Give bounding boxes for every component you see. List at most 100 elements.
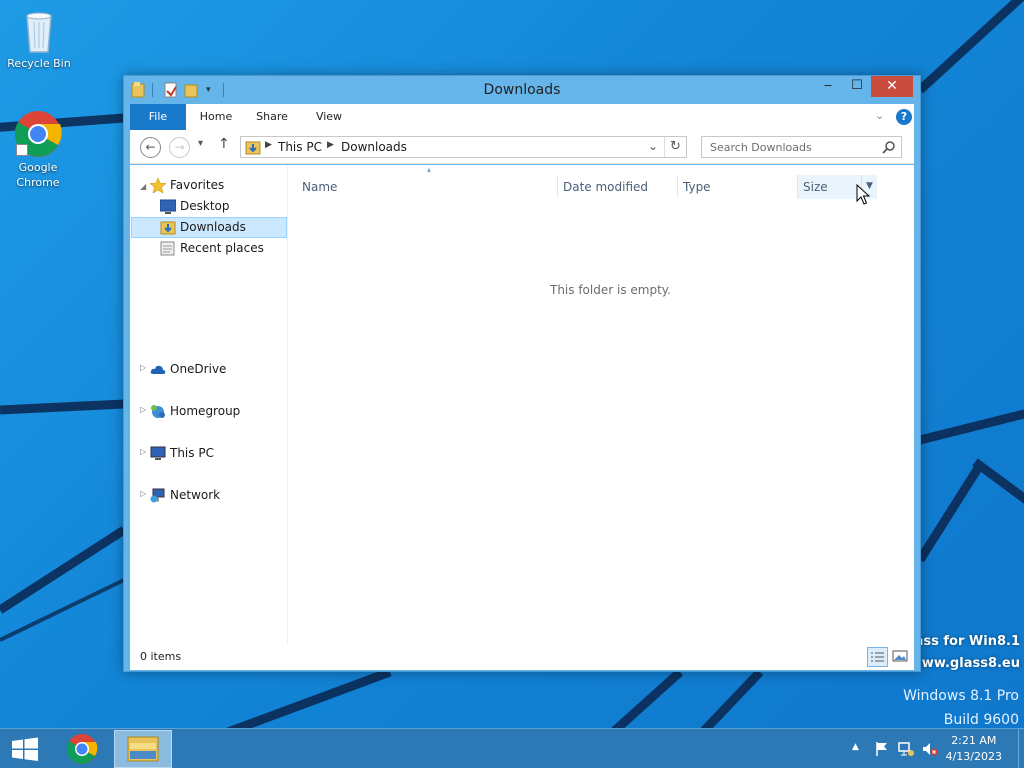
taskbar: ▲ 2:21 AM 4/13/2023 xyxy=(0,728,1024,768)
tab-file[interactable]: File xyxy=(130,104,186,130)
windows-logo-icon xyxy=(12,737,38,761)
clock-time: 2:21 AM xyxy=(951,734,997,747)
search-icon[interactable] xyxy=(882,140,896,154)
homegroup-icon xyxy=(150,404,166,419)
item-count: 0 items xyxy=(140,650,182,663)
navigation-pane: ◢ Favorites Desktop Downloads Recent pla… xyxy=(130,165,288,644)
tab-home[interactable]: Home xyxy=(190,104,242,130)
maximize-button[interactable]: ☐ xyxy=(843,76,871,97)
nav-recent-places-label: Recent places xyxy=(180,241,264,255)
taskbar-chrome[interactable] xyxy=(58,730,106,768)
content-area: ◢ Favorites Desktop Downloads Recent pla… xyxy=(130,165,914,644)
nav-recent-places[interactable]: Recent places xyxy=(160,238,287,259)
empty-folder-message: This folder is empty. xyxy=(550,283,671,297)
network-icon xyxy=(150,488,166,503)
collapse-favorites-icon[interactable]: ◢ xyxy=(140,182,146,191)
search-input[interactable]: Search Downloads xyxy=(701,136,902,158)
address-divider xyxy=(664,137,665,157)
window-title: Downloads xyxy=(483,82,561,98)
clock-date: 4/13/2023 xyxy=(945,750,1002,763)
favorites-star-icon xyxy=(149,177,167,194)
recycle-bin-label: Recycle Bin xyxy=(7,57,71,70)
nav-desktop-label: Desktop xyxy=(180,199,230,213)
nav-downloads-label: Downloads xyxy=(180,220,246,234)
mouse-pointer-icon xyxy=(856,184,870,205)
nav-network-label: Network xyxy=(170,488,221,502)
expand-network-icon[interactable]: ▷ xyxy=(140,489,146,498)
sort-indicator-icon: ▴ xyxy=(427,165,432,174)
details-view-button[interactable] xyxy=(867,647,888,667)
nav-onedrive-label: OneDrive xyxy=(170,362,227,376)
explorer-window: ▾ Downloads ‒ ☐ ✕ File Home Share View ⌄… xyxy=(123,75,921,672)
large-icons-view-icon xyxy=(892,650,908,662)
minimize-icon: ‒ xyxy=(823,78,833,93)
network-status-icon[interactable] xyxy=(898,741,914,757)
up-button[interactable]: ↑ xyxy=(218,136,230,152)
os-build: Build 9600 xyxy=(943,712,1019,728)
expand-this-pc-icon[interactable]: ▷ xyxy=(140,447,146,456)
expand-onedrive-icon[interactable]: ▷ xyxy=(140,363,146,372)
google-chrome-label: Google Chrome xyxy=(16,161,60,189)
show-desktop-button[interactable] xyxy=(1018,729,1024,768)
help-icon[interactable]: ? xyxy=(896,109,912,125)
refresh-icon[interactable]: ↻ xyxy=(670,139,681,154)
desktop-icon xyxy=(159,199,177,214)
column-name[interactable]: Name xyxy=(302,175,337,199)
downloads-folder-icon xyxy=(245,139,261,155)
maximize-icon: ☐ xyxy=(851,78,863,93)
windows-version-watermark: Windows 8.1 Pro Build 9600 xyxy=(903,684,1019,728)
shortcut-arrow-icon xyxy=(16,144,28,156)
column-size[interactable]: Size xyxy=(803,175,828,199)
downloads-folder-icon xyxy=(160,220,176,235)
file-explorer-icon xyxy=(127,736,159,762)
status-bar: 0 items xyxy=(130,644,914,670)
breadcrumb-separator-icon: ▶ xyxy=(327,140,334,150)
show-hidden-icons-button[interactable]: ▲ xyxy=(852,742,859,752)
column-separator xyxy=(557,175,558,197)
chrome-icon xyxy=(14,110,62,158)
close-icon: ✕ xyxy=(886,78,898,94)
ribbon-tabs: File Home Share View ⌄ ? xyxy=(130,104,914,130)
nav-homegroup-label: Homegroup xyxy=(170,404,241,418)
expand-ribbon-icon[interactable]: ⌄ xyxy=(875,109,884,122)
action-center-flag-icon[interactable] xyxy=(874,741,890,757)
recent-locations-dropdown[interactable]: ▾ xyxy=(198,138,203,149)
breadcrumb-downloads[interactable]: Downloads xyxy=(341,140,407,154)
forward-arrow-icon: → xyxy=(174,140,185,154)
large-icons-view-button[interactable] xyxy=(891,647,911,667)
recent-places-icon xyxy=(160,241,176,256)
address-bar[interactable]: ▶ This PC ▶ Downloads ⌄ ↻ xyxy=(240,136,687,158)
minimize-button[interactable]: ‒ xyxy=(814,76,842,97)
nav-this-pc-label: This PC xyxy=(170,446,214,460)
this-pc-icon xyxy=(150,446,166,461)
tab-share[interactable]: Share xyxy=(247,104,297,130)
recycle-bin-shortcut[interactable]: Recycle Bin xyxy=(1,6,77,71)
up-arrow-icon: ↑ xyxy=(218,136,230,152)
taskbar-clock[interactable]: 2:21 AM 4/13/2023 xyxy=(946,733,1002,765)
back-button[interactable]: ← xyxy=(140,137,161,158)
column-separator xyxy=(677,175,678,197)
volume-muted-icon[interactable] xyxy=(922,741,938,757)
title-bar[interactable]: ▾ Downloads ‒ ☐ ✕ xyxy=(124,76,920,104)
start-button[interactable] xyxy=(0,730,50,768)
expand-homegroup-icon[interactable]: ▷ xyxy=(140,405,146,414)
tab-view[interactable]: View xyxy=(306,104,352,130)
address-dropdown-icon[interactable]: ⌄ xyxy=(648,139,658,153)
column-type[interactable]: Type xyxy=(683,175,711,199)
recycle-bin-icon xyxy=(15,6,63,54)
os-edition: Windows 8.1 Pro xyxy=(903,688,1019,704)
nav-favorites-label: Favorites xyxy=(170,178,225,192)
nav-desktop[interactable]: Desktop xyxy=(159,196,287,217)
taskbar-file-explorer[interactable] xyxy=(114,730,172,768)
column-date-modified[interactable]: Date modified xyxy=(563,175,648,199)
onedrive-icon xyxy=(150,362,166,377)
forward-button[interactable]: → xyxy=(169,137,190,158)
close-button[interactable]: ✕ xyxy=(871,76,913,97)
breadcrumb-separator-icon: ▶ xyxy=(265,140,272,150)
nav-downloads[interactable]: Downloads xyxy=(160,217,287,238)
breadcrumb-this-pc[interactable]: This PC xyxy=(278,140,322,154)
chrome-icon xyxy=(66,734,98,764)
navigation-bar: ← → ▾ ↑ ▶ This PC ▶ Downloads ⌄ ↻ Search… xyxy=(130,130,914,164)
details-view-icon xyxy=(871,652,884,662)
google-chrome-shortcut[interactable]: Google Chrome xyxy=(0,110,76,190)
